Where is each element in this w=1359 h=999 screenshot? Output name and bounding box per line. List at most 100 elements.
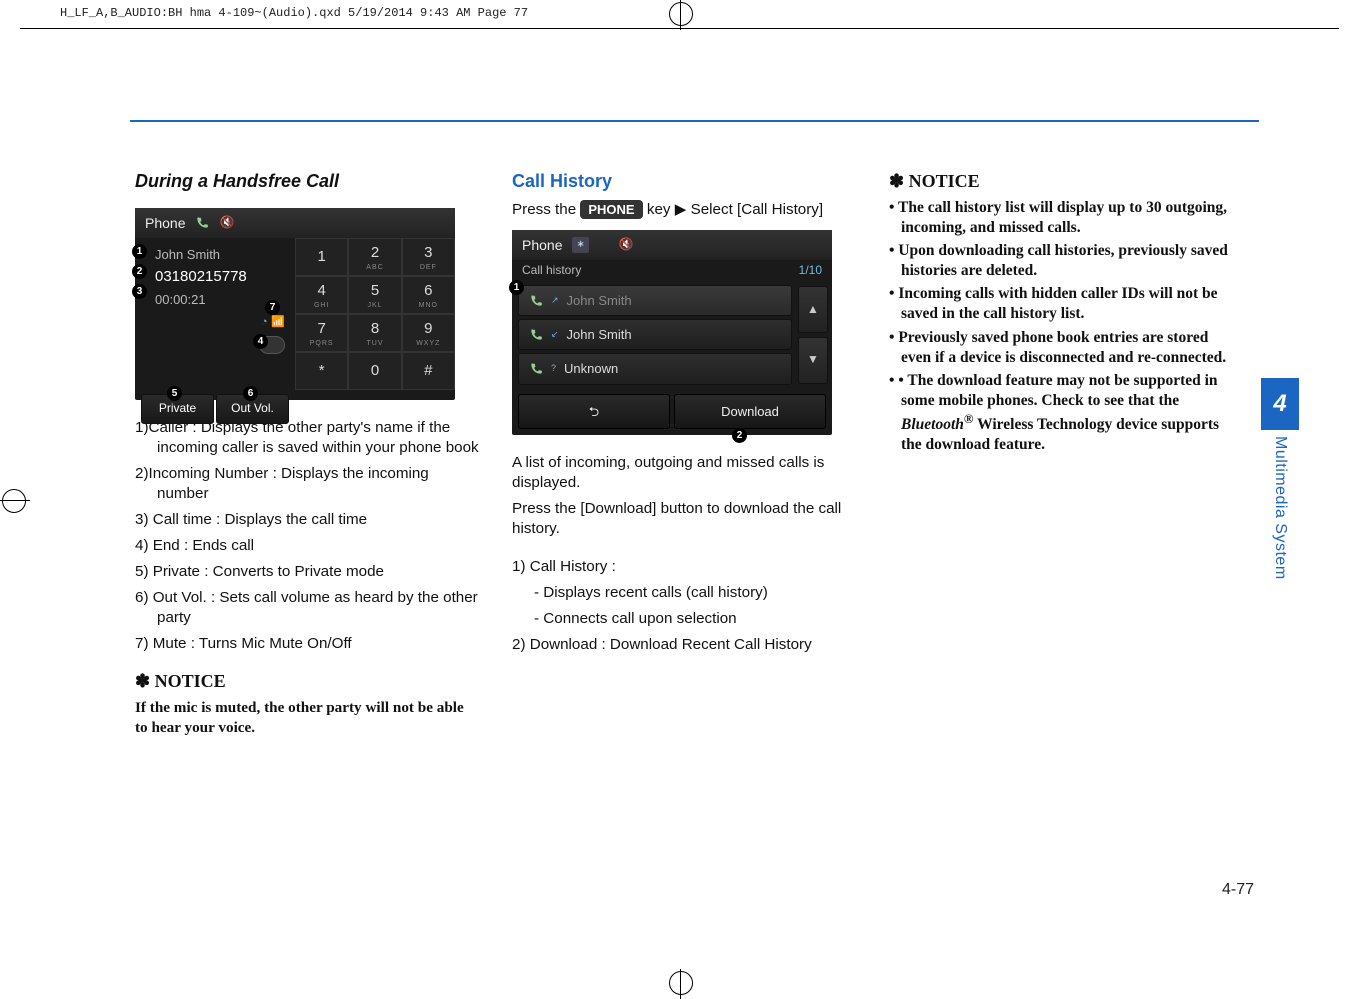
ss2-header: Phone ∗ 🔇 xyxy=(512,230,832,260)
col3-last-bullet: • The download feature may not be suppor… xyxy=(889,371,1234,456)
col2-heading: Call History xyxy=(512,170,857,194)
bluetooth-word: Bluetooth xyxy=(901,416,964,433)
keypad-key[interactable]: # xyxy=(402,352,455,390)
ss1-caller: John Smith xyxy=(155,246,285,263)
keypad-key[interactable]: 4GHI xyxy=(295,276,348,314)
page-content: During a Handsfree Call Phone 🔇 John Smi… xyxy=(135,170,1245,744)
callout-1-icon: 1 xyxy=(132,244,147,259)
col2-intro-suffix: key ▶ Select [Call History] xyxy=(647,201,823,218)
phone-keycap: PHONE xyxy=(580,200,642,219)
back-button[interactable]: ⮌ xyxy=(518,394,670,429)
col1-notice-label: NOTICE xyxy=(155,671,226,691)
call-history-row[interactable]: ↙John Smith xyxy=(518,319,792,350)
ss1-title: Phone xyxy=(145,214,185,232)
column-1: During a Handsfree Call Phone 🔇 John Smi… xyxy=(135,170,480,744)
callout-3-icon: 3 xyxy=(132,284,147,299)
crop-mark-top xyxy=(665,0,695,30)
keypad-key[interactable]: 5JKL xyxy=(348,276,401,314)
ss2-subheader: Call history 1/10 xyxy=(512,260,832,282)
col2-l1a: - Displays recent calls (call history) xyxy=(512,583,857,603)
print-header: H_LF_A,B_AUDIO:BH hma 4-109~(Audio).qxd … xyxy=(60,6,528,20)
col2-p2: Press the [Download] button to download … xyxy=(512,499,857,539)
col1-list-item: 5) Private : Converts to Private mode xyxy=(135,562,480,582)
ss2-scroll: ▲ ▼ xyxy=(798,282,832,387)
col2-l1: 1) Call History : xyxy=(512,557,857,577)
registered-mark: ® xyxy=(964,411,974,426)
callout2-2-icon: 2 xyxy=(732,428,747,443)
col1-heading: During a Handsfree Call xyxy=(135,170,480,194)
notice-bullet: The call history list will display up to… xyxy=(889,198,1234,238)
col1-list-item: 7) Mute : Turns Mic Mute On/Off xyxy=(135,634,480,654)
keypad-key[interactable]: 3DEF xyxy=(402,238,455,276)
notice-bullet: Upon downloading call histories, previou… xyxy=(889,241,1234,281)
keypad-key[interactable]: * xyxy=(295,352,348,390)
ss1-number: 03180215778 xyxy=(155,267,285,287)
callhistory-screenshot: Phone ∗ 🔇 Call history 1/10 ↗John Smith↙… xyxy=(512,230,832,435)
call-history-row[interactable]: ↗John Smith xyxy=(518,285,792,316)
mute-icon: 🔇 xyxy=(619,237,634,253)
notice-bullet: Incoming calls with hidden caller IDs wi… xyxy=(889,284,1234,324)
flower-icon: ✽ xyxy=(135,671,155,691)
wifi-icon: ◔ xyxy=(261,316,268,328)
bluetooth-icon: ∗ xyxy=(572,237,588,252)
back-icon: ⮌ xyxy=(589,404,599,419)
notice-bullet: Previously saved phone book entries are … xyxy=(889,328,1234,368)
mute-icon: 🔇 xyxy=(219,215,234,231)
call-history-row[interactable]: ?Unknown xyxy=(518,353,792,384)
flower-icon: ✽ xyxy=(889,171,909,191)
col1-list: 1)Caller : Displays the other party's na… xyxy=(135,418,480,655)
keypad-key[interactable]: 2ABC xyxy=(348,238,401,276)
ss2-rows: ↗John Smith↙John Smith?Unknown xyxy=(512,282,798,387)
download-button[interactable]: Download xyxy=(674,394,826,429)
col3-last-prefix: The download feature may not be supporte… xyxy=(901,372,1218,409)
ss2-subtitle: Call history xyxy=(522,263,581,279)
column-2: Call History Press the PHONE key ▶ Selec… xyxy=(512,170,857,744)
callout-7-icon: 7 xyxy=(265,300,280,315)
col1-notice-heading: ✽ NOTICE xyxy=(135,670,480,694)
call-type-icon xyxy=(529,362,543,376)
ss1-status-icons: ◔ 📶 xyxy=(155,312,285,330)
handset-icon xyxy=(195,216,209,230)
ss2-body: ↗John Smith↙John Smith?Unknown ▲ ▼ xyxy=(512,282,832,387)
scroll-down-button[interactable]: ▼ xyxy=(798,337,828,384)
keypad-key[interactable]: 6MNO xyxy=(402,276,455,314)
crop-mark-left xyxy=(0,485,30,515)
callout-5-icon: 5 xyxy=(167,386,182,401)
ss1-body: John Smith 03180215778 00:00:21 ◔ 📶 12AB… xyxy=(135,238,455,390)
col1-list-item: 6) Out Vol. : Sets call volume as heard … xyxy=(135,588,480,628)
col1-list-item: 2)Incoming Number : Displays the incomin… xyxy=(135,464,480,504)
col1-list-item: 3) Call time : Displays the call time xyxy=(135,510,480,530)
col2-p1: A list of incoming, outgoing and missed … xyxy=(512,453,857,493)
ss2-footer: ⮌ Download xyxy=(512,388,832,435)
col2-l2: 2) Download : Download Recent Call Histo… xyxy=(512,635,857,655)
col1-notice-body: If the mic is muted, the other party wil… xyxy=(135,698,480,738)
col1-list-item: 4) End : Ends call xyxy=(135,536,480,556)
page-number: 4-77 xyxy=(1222,881,1254,899)
col2-intro: Press the PHONE key ▶ Select [Call Histo… xyxy=(512,200,857,220)
keypad-key[interactable]: 7PQRS xyxy=(295,314,348,352)
keypad-key[interactable]: 9WXYZ xyxy=(402,314,455,352)
ss2-counter: 1/10 xyxy=(799,263,822,279)
col2-intro-prefix: Press the xyxy=(512,201,580,218)
column-3: ✽ NOTICE The call history list will disp… xyxy=(889,170,1234,744)
ss1-keypad: 12ABC3DEF 4GHI5JKL6MNO 7PQRS8TUV9WXYZ *0# xyxy=(295,238,455,390)
crop-mark-bottom xyxy=(665,969,695,999)
keypad-key[interactable]: 1 xyxy=(295,238,348,276)
ss1-header: Phone 🔇 xyxy=(135,208,455,238)
chapter-label: Multimedia System xyxy=(1271,436,1289,580)
callout-4-icon: 4 xyxy=(253,334,268,349)
keypad-key[interactable]: 0 xyxy=(348,352,401,390)
header-rule xyxy=(130,120,1259,122)
call-type-icon xyxy=(529,328,543,342)
col2-l1b: - Connects call upon selection xyxy=(512,609,857,629)
chapter-tab: 4 Multimedia System xyxy=(1261,378,1299,580)
scroll-up-button[interactable]: ▲ xyxy=(798,286,828,333)
col3-bullet-list: The call history list will display up to… xyxy=(889,198,1234,368)
handsfree-screenshot: Phone 🔇 John Smith 03180215778 00:00:21 … xyxy=(135,208,455,400)
ss1-bottom: Private Out Vol. xyxy=(135,390,295,432)
callout-2-icon: 2 xyxy=(132,264,147,279)
callout-6-icon: 6 xyxy=(243,386,258,401)
col3-notice-heading: ✽ NOTICE xyxy=(889,170,1234,194)
keypad-key[interactable]: 8TUV xyxy=(348,314,401,352)
chapter-number: 4 xyxy=(1261,378,1299,430)
